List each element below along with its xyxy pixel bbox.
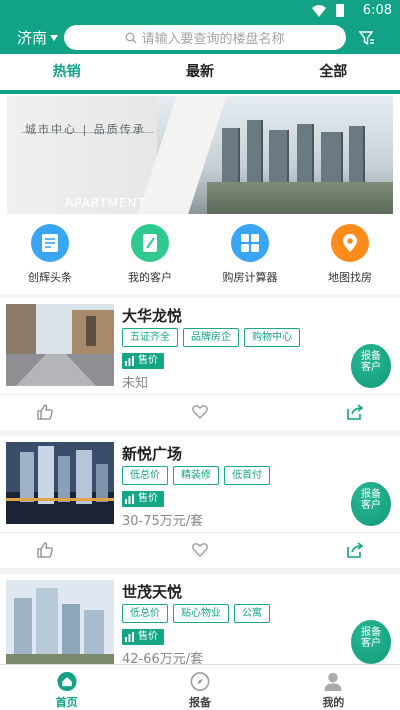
price-label: 售价 bbox=[122, 491, 164, 507]
tab-hot[interactable]: 热销 bbox=[0, 54, 133, 90]
quick-link-label: 购房计算器 bbox=[222, 271, 278, 284]
nav-label: 报备 bbox=[188, 696, 211, 709]
compass-icon bbox=[190, 672, 210, 691]
listing-thumbnail bbox=[6, 442, 114, 524]
news-icon bbox=[31, 224, 69, 262]
listing-price: 未知 bbox=[122, 376, 149, 391]
quick-link-clients[interactable]: 我的客户 bbox=[100, 220, 200, 294]
map-pin-icon bbox=[331, 224, 369, 262]
banner-subtitle: APARTMENT bbox=[65, 196, 146, 210]
listing-actions bbox=[0, 536, 400, 566]
bottom-nav: 首页 报备 我的 bbox=[0, 664, 400, 710]
listing-thumbnail bbox=[6, 304, 114, 386]
city-selector[interactable]: 济南 bbox=[17, 27, 59, 48]
nav-label: 我的 bbox=[322, 696, 345, 709]
search-placeholder: 请输入要查询的楼盘名称 bbox=[141, 32, 285, 47]
divider bbox=[0, 532, 400, 533]
listing-tag: 五证齐全 bbox=[122, 328, 178, 347]
report-client-button[interactable]: 报备客户 bbox=[351, 344, 391, 388]
listing-tag: 精装修 bbox=[173, 466, 219, 485]
listing-card[interactable]: 世茂天悦 低总价 贴心物业 公寓 售价 42-66万元/套 报备客户 bbox=[0, 574, 400, 667]
listing-card[interactable]: 新悦广场 低总价 精装修 低首付 售价 30-75万元/套 报备客户 bbox=[0, 436, 400, 568]
bar-chart-icon bbox=[125, 632, 134, 642]
status-time: 6:08 bbox=[362, 3, 392, 18]
banner-strip bbox=[0, 90, 400, 94]
filter-icon[interactable] bbox=[359, 30, 375, 46]
quick-link-calculator[interactable]: 购房计算器 bbox=[200, 220, 300, 294]
share-icon[interactable] bbox=[346, 541, 364, 559]
divider bbox=[0, 394, 400, 395]
listing-name: 新悦广场 bbox=[122, 445, 183, 463]
search-icon bbox=[126, 32, 137, 43]
quick-link-label: 创辉头条 bbox=[28, 271, 72, 284]
bar-chart-icon bbox=[125, 494, 134, 504]
wifi-icon bbox=[312, 5, 326, 17]
listing-tag: 低首付 bbox=[224, 466, 270, 485]
listing-price: 30-75万元/套 bbox=[122, 514, 204, 529]
thumbs-up-icon[interactable] bbox=[36, 541, 54, 559]
status-bar: 6:08 bbox=[0, 0, 400, 22]
client-icon bbox=[131, 224, 169, 262]
nav-report[interactable]: 报备 bbox=[133, 665, 266, 710]
share-icon[interactable] bbox=[346, 403, 364, 421]
profile-icon bbox=[324, 672, 342, 692]
listing-card[interactable]: 大华龙悦 五证齐全 品牌房企 购物中心 售价 未知 报备客户 bbox=[0, 298, 400, 430]
city-label: 济南 bbox=[17, 29, 48, 47]
listing-tags: 低总价 精装修 低首付 bbox=[122, 466, 270, 485]
calculator-icon bbox=[231, 224, 269, 262]
app-header: 济南 请输入要查询的楼盘名称 bbox=[0, 22, 400, 54]
quick-links: 创辉头条 我的客户 购房计算器 地图找房 bbox=[0, 220, 400, 294]
listing-tag: 公寓 bbox=[234, 604, 270, 623]
listing-tag: 低总价 bbox=[122, 466, 168, 485]
heart-icon[interactable] bbox=[191, 403, 209, 421]
listing-actions bbox=[0, 398, 400, 428]
nav-profile[interactable]: 我的 bbox=[267, 665, 400, 710]
quick-link-label: 我的客户 bbox=[128, 271, 172, 284]
category-tabs: 热销 最新 全部 bbox=[0, 54, 400, 90]
promo-banner[interactable]: 城市中心 | 品质传承 APARTMENT bbox=[7, 96, 393, 214]
caret-down-icon bbox=[50, 34, 59, 41]
listing-name: 世茂天悦 bbox=[122, 583, 183, 601]
tab-all[interactable]: 全部 bbox=[267, 54, 400, 90]
tab-latest[interactable]: 最新 bbox=[133, 54, 266, 90]
quick-link-label: 地图找房 bbox=[328, 271, 372, 284]
listing-tags: 低总价 贴心物业 公寓 bbox=[122, 604, 270, 623]
listing-name: 大华龙悦 bbox=[122, 307, 183, 325]
heart-icon[interactable] bbox=[191, 541, 209, 559]
thumbs-up-icon[interactable] bbox=[36, 403, 54, 421]
listing-thumbnail bbox=[6, 580, 114, 664]
quick-link-news[interactable]: 创辉头条 bbox=[0, 220, 100, 294]
nav-home[interactable]: 首页 bbox=[0, 665, 133, 710]
listing-tag: 购物中心 bbox=[244, 328, 300, 347]
banner-title: 城市中心 | 品质传承 bbox=[25, 123, 146, 136]
bar-chart-icon bbox=[125, 356, 134, 366]
search-input[interactable]: 请输入要查询的楼盘名称 bbox=[64, 25, 346, 50]
report-client-button[interactable]: 报备客户 bbox=[351, 482, 391, 526]
listing-tag: 贴心物业 bbox=[173, 604, 229, 623]
price-label: 售价 bbox=[122, 629, 164, 645]
quick-link-map[interactable]: 地图找房 bbox=[300, 220, 400, 294]
home-icon bbox=[57, 671, 77, 692]
report-client-button[interactable]: 报备客户 bbox=[351, 620, 391, 664]
battery-icon bbox=[336, 4, 344, 17]
price-label: 售价 bbox=[122, 353, 164, 369]
listing-tag: 品牌房企 bbox=[183, 328, 239, 347]
nav-label: 首页 bbox=[55, 696, 78, 709]
listing-tag: 低总价 bbox=[122, 604, 168, 623]
listing-tags: 五证齐全 品牌房企 购物中心 bbox=[122, 328, 300, 347]
